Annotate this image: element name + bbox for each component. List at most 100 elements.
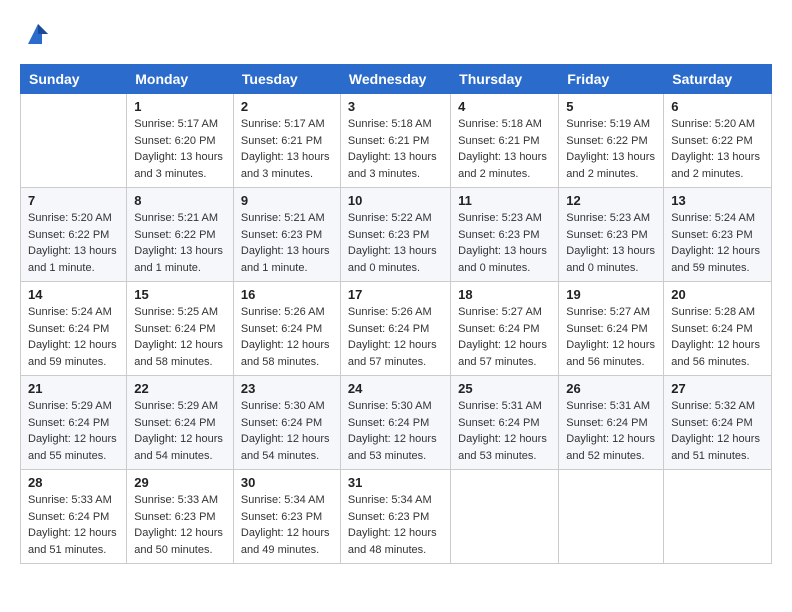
day-info: Sunrise: 5:26 AM Sunset: 6:24 PM Dayligh… <box>241 304 333 370</box>
day-info: Sunrise: 5:22 AM Sunset: 6:23 PM Dayligh… <box>348 210 443 276</box>
day-number: 19 <box>566 287 656 302</box>
day-number: 26 <box>566 381 656 396</box>
weekday-header-saturday: Saturday <box>664 65 772 94</box>
day-number: 22 <box>134 381 226 396</box>
calendar-cell: 10 Sunrise: 5:22 AM Sunset: 6:23 PM Dayli… <box>340 188 450 282</box>
day-info: Sunrise: 5:31 AM Sunset: 6:24 PM Dayligh… <box>458 398 551 464</box>
day-info: Sunrise: 5:32 AM Sunset: 6:24 PM Dayligh… <box>671 398 764 464</box>
day-number: 4 <box>458 99 551 114</box>
day-number: 10 <box>348 193 443 208</box>
day-number: 7 <box>28 193 119 208</box>
day-number: 16 <box>241 287 333 302</box>
calendar-cell: 1 Sunrise: 5:17 AM Sunset: 6:20 PM Daylig… <box>127 94 234 188</box>
page-header <box>20 20 772 48</box>
day-number: 25 <box>458 381 551 396</box>
day-info: Sunrise: 5:30 AM Sunset: 6:24 PM Dayligh… <box>348 398 443 464</box>
calendar-cell: 21Sunrise: 5:29 AM Sunset: 6:24 PM Dayli… <box>21 376 127 470</box>
day-info: Sunrise: 5:34 AM Sunset: 6:23 PM Dayligh… <box>241 492 333 558</box>
day-number: 13 <box>671 193 764 208</box>
day-info: Sunrise: 5:24 AM Sunset: 6:24 PM Dayligh… <box>28 304 119 370</box>
day-number: 24 <box>348 381 443 396</box>
day-info: Sunrise: 5:20 AM Sunset: 6:22 PM Dayligh… <box>28 210 119 276</box>
day-info: Sunrise: 5:21 AM Sunset: 6:22 PM Dayligh… <box>134 210 226 276</box>
day-info: Sunrise: 5:30 AM Sunset: 6:24 PM Dayligh… <box>241 398 333 464</box>
day-number: 9 <box>241 193 333 208</box>
day-info: Sunrise: 5:18 AM Sunset: 6:21 PM Dayligh… <box>458 116 551 182</box>
day-number: 1 <box>134 99 226 114</box>
calendar-cell: 31 Sunrise: 5:34 AM Sunset: 6:23 PM Dayli… <box>340 470 450 564</box>
weekday-header-sunday: Sunday <box>21 65 127 94</box>
calendar-cell: 18Sunrise: 5:27 AM Sunset: 6:24 PM Dayli… <box>451 282 559 376</box>
week-row-4: 28 Sunrise: 5:33 AM Sunset: 6:24 PM Dayli… <box>21 470 772 564</box>
day-number: 6 <box>671 99 764 114</box>
day-info: Sunrise: 5:18 AM Sunset: 6:21 PM Dayligh… <box>348 116 443 182</box>
calendar-cell: 16 Sunrise: 5:26 AM Sunset: 6:24 PM Dayli… <box>233 282 340 376</box>
calendar-cell: 23 Sunrise: 5:30 AM Sunset: 6:24 PM Dayli… <box>233 376 340 470</box>
day-info: Sunrise: 5:25 AM Sunset: 6:24 PM Dayligh… <box>134 304 226 370</box>
calendar-cell <box>664 470 772 564</box>
day-number: 20 <box>671 287 764 302</box>
week-row-2: 14 Sunrise: 5:24 AM Sunset: 6:24 PM Dayli… <box>21 282 772 376</box>
calendar-cell: 29Sunrise: 5:33 AM Sunset: 6:23 PM Dayli… <box>127 470 234 564</box>
calendar-cell: 9 Sunrise: 5:21 AM Sunset: 6:23 PM Daylig… <box>233 188 340 282</box>
calendar-cell: 17 Sunrise: 5:26 AM Sunset: 6:24 PM Dayli… <box>340 282 450 376</box>
day-info: Sunrise: 5:33 AM Sunset: 6:24 PM Dayligh… <box>28 492 119 558</box>
day-info: Sunrise: 5:27 AM Sunset: 6:24 PM Dayligh… <box>566 304 656 370</box>
calendar-cell: 28 Sunrise: 5:33 AM Sunset: 6:24 PM Dayli… <box>21 470 127 564</box>
day-info: Sunrise: 5:20 AM Sunset: 6:22 PM Dayligh… <box>671 116 764 182</box>
calendar-cell: 30 Sunrise: 5:34 AM Sunset: 6:23 PM Dayli… <box>233 470 340 564</box>
calendar-cell: 7 Sunrise: 5:20 AM Sunset: 6:22 PM Daylig… <box>21 188 127 282</box>
logo-icon <box>24 20 52 48</box>
calendar-cell: 6 Sunrise: 5:20 AM Sunset: 6:22 PM Daylig… <box>664 94 772 188</box>
day-info: Sunrise: 5:31 AM Sunset: 6:24 PM Dayligh… <box>566 398 656 464</box>
calendar-cell <box>21 94 127 188</box>
calendar-table: SundayMondayTuesdayWednesdayThursdayFrid… <box>20 64 772 564</box>
calendar-cell: 3 Sunrise: 5:18 AM Sunset: 6:21 PM Daylig… <box>340 94 450 188</box>
calendar-cell: 24 Sunrise: 5:30 AM Sunset: 6:24 PM Dayli… <box>340 376 450 470</box>
weekday-header-tuesday: Tuesday <box>233 65 340 94</box>
logo <box>20 20 52 48</box>
day-info: Sunrise: 5:28 AM Sunset: 6:24 PM Dayligh… <box>671 304 764 370</box>
calendar-cell: 2 Sunrise: 5:17 AM Sunset: 6:21 PM Daylig… <box>233 94 340 188</box>
day-info: Sunrise: 5:23 AM Sunset: 6:23 PM Dayligh… <box>458 210 551 276</box>
day-info: Sunrise: 5:17 AM Sunset: 6:21 PM Dayligh… <box>241 116 333 182</box>
day-number: 12 <box>566 193 656 208</box>
day-info: Sunrise: 5:21 AM Sunset: 6:23 PM Dayligh… <box>241 210 333 276</box>
calendar-cell <box>559 470 664 564</box>
week-row-0: 1 Sunrise: 5:17 AM Sunset: 6:20 PM Daylig… <box>21 94 772 188</box>
day-number: 2 <box>241 99 333 114</box>
day-info: Sunrise: 5:26 AM Sunset: 6:24 PM Dayligh… <box>348 304 443 370</box>
day-number: 14 <box>28 287 119 302</box>
calendar-cell: 11 Sunrise: 5:23 AM Sunset: 6:23 PM Dayli… <box>451 188 559 282</box>
day-number: 27 <box>671 381 764 396</box>
day-info: Sunrise: 5:33 AM Sunset: 6:23 PM Dayligh… <box>134 492 226 558</box>
calendar-cell <box>451 470 559 564</box>
day-number: 3 <box>348 99 443 114</box>
day-info: Sunrise: 5:23 AM Sunset: 6:23 PM Dayligh… <box>566 210 656 276</box>
day-info: Sunrise: 5:19 AM Sunset: 6:22 PM Dayligh… <box>566 116 656 182</box>
day-number: 11 <box>458 193 551 208</box>
weekday-header-row: SundayMondayTuesdayWednesdayThursdayFrid… <box>21 65 772 94</box>
day-number: 5 <box>566 99 656 114</box>
day-number: 28 <box>28 475 119 490</box>
calendar-cell: 12 Sunrise: 5:23 AM Sunset: 6:23 PM Dayli… <box>559 188 664 282</box>
day-number: 17 <box>348 287 443 302</box>
calendar-cell: 19 Sunrise: 5:27 AM Sunset: 6:24 PM Dayli… <box>559 282 664 376</box>
calendar-cell: 14 Sunrise: 5:24 AM Sunset: 6:24 PM Dayli… <box>21 282 127 376</box>
week-row-3: 21Sunrise: 5:29 AM Sunset: 6:24 PM Dayli… <box>21 376 772 470</box>
day-number: 31 <box>348 475 443 490</box>
day-number: 8 <box>134 193 226 208</box>
day-number: 30 <box>241 475 333 490</box>
calendar-cell: 26 Sunrise: 5:31 AM Sunset: 6:24 PM Dayli… <box>559 376 664 470</box>
weekday-header-wednesday: Wednesday <box>340 65 450 94</box>
day-number: 15 <box>134 287 226 302</box>
weekday-header-friday: Friday <box>559 65 664 94</box>
calendar-cell: 15 Sunrise: 5:25 AM Sunset: 6:24 PM Dayli… <box>127 282 234 376</box>
day-info: Sunrise: 5:17 AM Sunset: 6:20 PM Dayligh… <box>134 116 226 182</box>
day-number: 18 <box>458 287 551 302</box>
day-number: 23 <box>241 381 333 396</box>
day-info: Sunrise: 5:29 AM Sunset: 6:24 PM Dayligh… <box>134 398 226 464</box>
calendar-cell: 25 Sunrise: 5:31 AM Sunset: 6:24 PM Dayli… <box>451 376 559 470</box>
calendar-cell: 27 Sunrise: 5:32 AM Sunset: 6:24 PM Dayli… <box>664 376 772 470</box>
day-info: Sunrise: 5:34 AM Sunset: 6:23 PM Dayligh… <box>348 492 443 558</box>
